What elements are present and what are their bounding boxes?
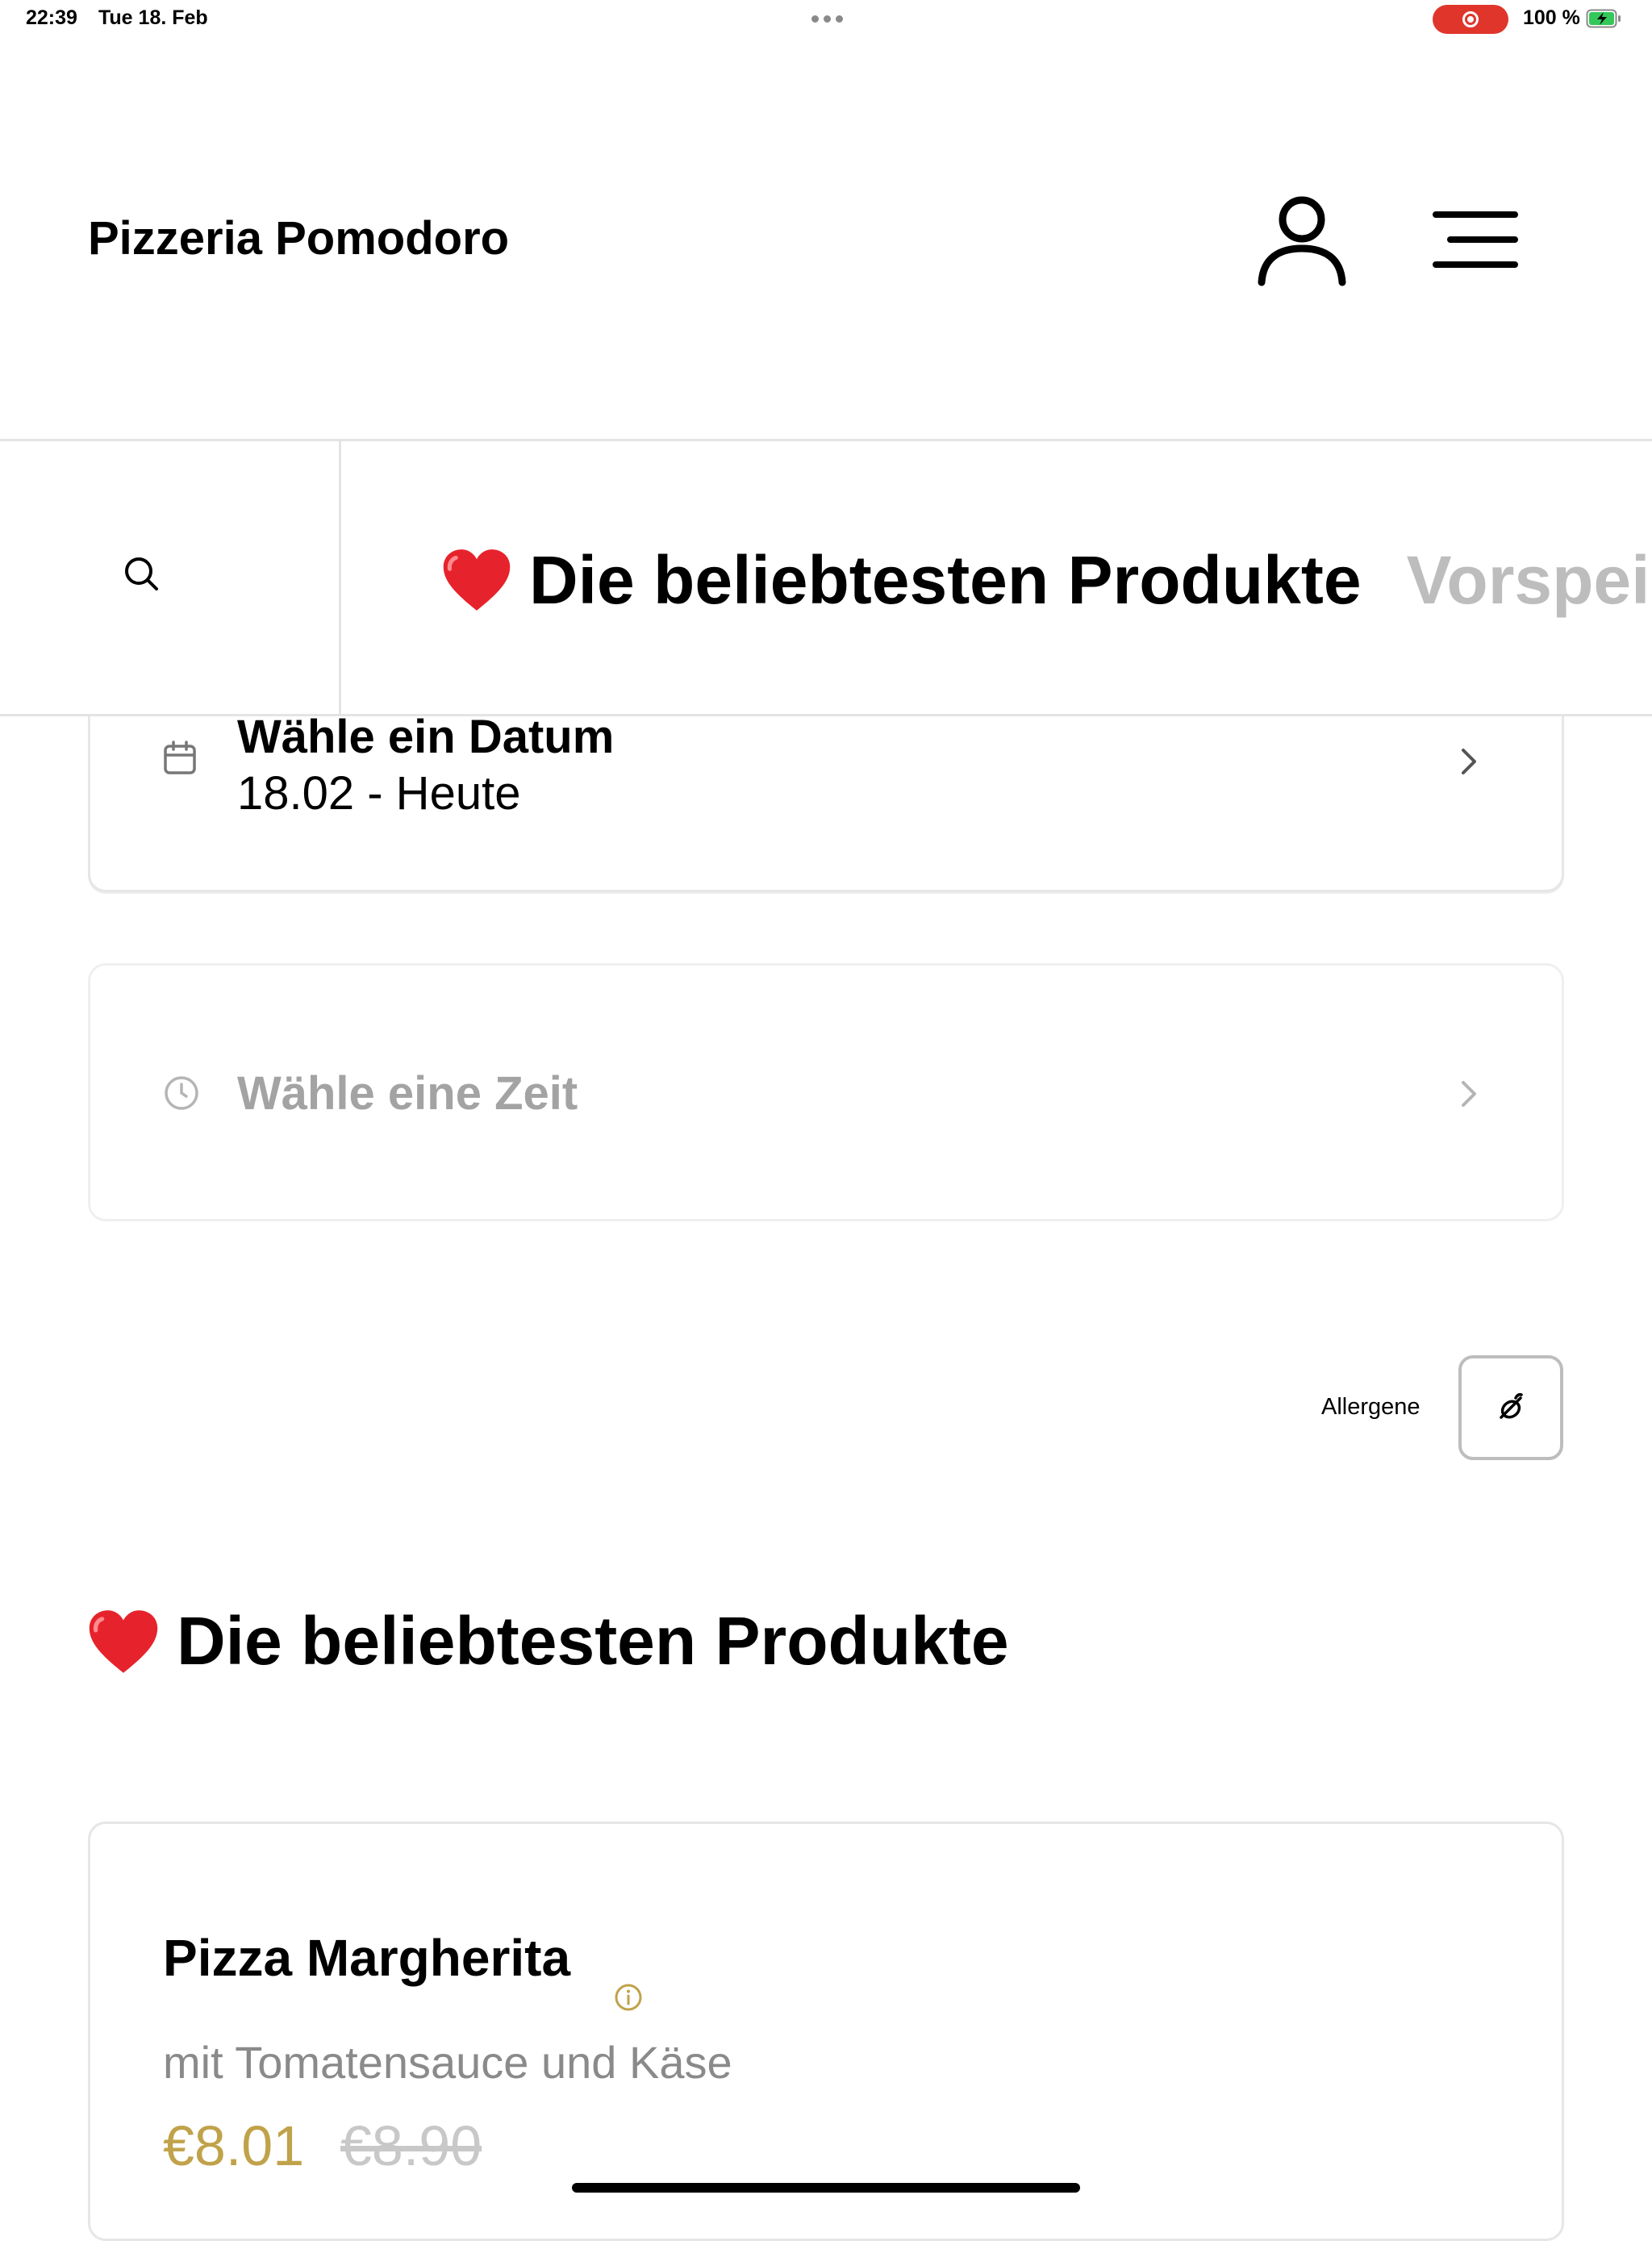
record-icon xyxy=(1462,11,1479,27)
tab-label: Vorspei xyxy=(1406,541,1650,618)
screen-recording-indicator[interactable] xyxy=(1433,5,1508,34)
product-name: Pizza Margherita xyxy=(163,1929,571,1987)
section-heading: Die beliebtesten Produkte xyxy=(88,1602,1009,1680)
menu-icon[interactable] xyxy=(1433,210,1518,269)
product-price: €8.01 xyxy=(163,2114,305,2177)
product-description: mit Tomatensauce und Käse xyxy=(163,2037,732,2088)
heart-icon xyxy=(89,1609,158,1673)
heart-icon xyxy=(443,549,511,611)
tab-label: Die beliebtesten Produkte xyxy=(529,541,1362,618)
user-icon[interactable] xyxy=(1255,192,1349,289)
status-date: Tue 18. Feb xyxy=(98,6,208,29)
tab-popular-products[interactable]: Die beliebtesten Produkte xyxy=(442,541,1362,620)
date-picker-value: 18.02 - Heute xyxy=(237,767,521,820)
calendar-icon xyxy=(164,741,196,774)
category-bar-divider xyxy=(339,441,341,714)
multitasking-dots-icon[interactable] xyxy=(807,7,847,30)
clock-icon xyxy=(165,1076,198,1110)
section-title: Die beliebtesten Produkte xyxy=(177,1603,1009,1679)
search-icon[interactable] xyxy=(121,553,161,594)
battery-charging-icon xyxy=(1586,9,1621,28)
restaurant-name[interactable]: Pizzeria Pomodoro xyxy=(88,211,509,265)
date-picker-title: Wähle ein Datum xyxy=(237,711,615,763)
category-tabs: Die beliebtesten Produkte Vorspei xyxy=(442,536,1650,624)
product-card[interactable] xyxy=(88,1822,1564,2241)
battery-percentage: 100 % xyxy=(1523,6,1580,29)
chevron-right-icon xyxy=(1462,749,1476,774)
allergen-icon xyxy=(1500,1392,1523,1419)
info-icon[interactable] xyxy=(613,1982,644,2013)
status-time: 22:39 xyxy=(26,6,77,29)
tab-starters[interactable]: Vorspei xyxy=(1407,541,1650,620)
time-picker-title: Wähle eine Zeit xyxy=(237,1067,578,1120)
allergens-label: Allergene xyxy=(1321,1394,1420,1420)
home-indicator[interactable] xyxy=(572,2183,1080,2193)
allergens-button[interactable] xyxy=(1458,1355,1563,1460)
chevron-right-icon xyxy=(1462,1081,1476,1107)
product-old-price: €8.90 xyxy=(340,2114,482,2177)
